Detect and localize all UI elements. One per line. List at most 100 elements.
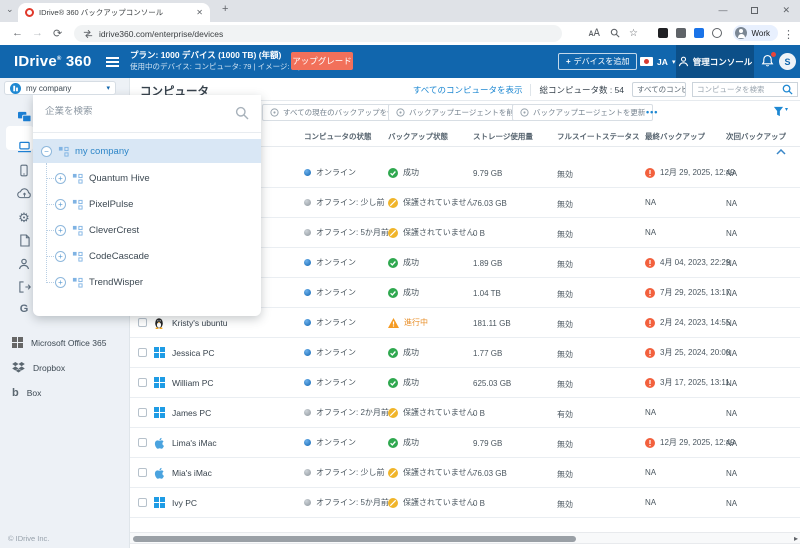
org-tree-item[interactable]: +Quantum Hive <box>33 165 261 191</box>
row-checkbox[interactable] <box>138 468 147 477</box>
row-checkbox[interactable] <box>138 438 147 447</box>
org-search-input[interactable] <box>45 106 215 117</box>
reload-icon[interactable]: ⟳ <box>53 27 62 40</box>
storage-usage: 9.79 GB <box>473 439 502 448</box>
sidebar-item-google[interactable]: G <box>13 298 35 320</box>
row-checkbox[interactable] <box>138 348 147 357</box>
tab-close-icon[interactable]: ✕ <box>196 8 203 17</box>
expand-plus-icon[interactable]: + <box>55 199 66 210</box>
show-all-computers-link[interactable]: すべてのコンピュータを表示 <box>413 84 523 96</box>
forward-icon[interactable]: → <box>32 27 43 39</box>
sidebar-item-dropbox[interactable]: Dropbox <box>0 355 129 380</box>
sidebar-item-reports[interactable] <box>13 229 35 251</box>
in-progress-warning-icon <box>388 318 399 328</box>
device-row[interactable]: Jessica PCオンライン成功1.77 GB無効3月 25, 2024, 2… <box>130 338 800 368</box>
org-tree-item[interactable]: +CodeCascade <box>33 243 261 269</box>
profile-name: Work <box>751 29 770 38</box>
search-glass-icon[interactable] <box>610 28 620 38</box>
upgrade-button[interactable]: アップグレード <box>291 52 353 70</box>
expand-plus-icon[interactable]: + <box>55 251 66 262</box>
row-checkbox[interactable] <box>138 318 147 327</box>
extension-icon-1[interactable] <box>658 28 668 38</box>
collapse-chevron-icon[interactable] <box>776 149 786 155</box>
status-dot-icon <box>304 499 311 506</box>
browser-profile-chip[interactable]: Work <box>733 25 778 41</box>
user-avatar[interactable]: S <box>779 53 796 70</box>
computer-name[interactable]: William PC <box>172 378 214 388</box>
extension-icon-3[interactable] <box>694 28 704 38</box>
idrive-logo[interactable]: IDrive® 360 <box>14 53 92 70</box>
horizontal-scrollbar[interactable]: ▸ <box>130 532 800 544</box>
expand-plus-icon[interactable]: + <box>55 173 66 184</box>
computer-name[interactable]: Ivy PC <box>172 498 197 508</box>
sidebar-item-computers[interactable] <box>13 136 35 158</box>
computer-filter-select[interactable]: すべてのコンピュ...▾ <box>632 82 686 97</box>
computer-name[interactable]: Mia's iMac <box>172 468 212 478</box>
expand-plus-icon[interactable]: + <box>55 277 66 288</box>
scrollbar-thumb[interactable] <box>133 536 576 542</box>
row-checkbox[interactable] <box>138 498 147 507</box>
back-icon[interactable]: ← <box>12 27 23 39</box>
remove-agent-button[interactable]: バックアップエージェントを削除 <box>388 104 529 121</box>
admin-console-button[interactable]: 管理コンソール <box>676 45 754 78</box>
org-selector[interactable]: my company ▾ <box>4 81 116 95</box>
sidebar-item-microsoft-office-365[interactable]: Microsoft Office 365 <box>0 330 129 355</box>
add-device-button[interactable]: +デバイスを追加 <box>558 53 637 70</box>
org-tree-root[interactable]: − my company <box>33 139 261 163</box>
computer-name[interactable]: Jessica PC <box>172 348 215 358</box>
extension-icon-2[interactable] <box>676 28 686 38</box>
new-tab-button[interactable]: + <box>222 3 228 15</box>
device-row[interactable]: James PCオフライン: 2か月前保護されていません0 B有効NANA <box>130 398 800 428</box>
collapse-minus-icon[interactable]: − <box>41 146 52 157</box>
next-backup: NA <box>726 379 737 388</box>
hamburger-menu-icon[interactable] <box>106 57 119 69</box>
device-row[interactable]: William PCオンライン成功625.03 GB無効3月 17, 2025,… <box>130 368 800 398</box>
device-row[interactable]: Ivy PCオフライン: 5か月前保護されていません0 B無効NANA <box>130 488 800 518</box>
sidebar-item-devices[interactable] <box>13 106 35 128</box>
site-info-icon[interactable] <box>83 29 93 39</box>
not-protected-icon <box>388 228 398 238</box>
window-minimize-button[interactable]: — <box>718 5 727 15</box>
row-checkbox[interactable] <box>138 408 147 417</box>
search-icon[interactable] <box>782 84 793 95</box>
backup-status: 保護されていません <box>388 398 475 427</box>
computer-name[interactable]: Kristy's ubuntu <box>172 318 227 328</box>
extensions-puzzle-icon[interactable] <box>712 28 722 38</box>
device-row[interactable]: Lima's iMacオンライン成功9.79 GB無効12月 29, 2025,… <box>130 428 800 458</box>
scroll-right-arrow-icon[interactable]: ▸ <box>794 534 798 543</box>
computer-search-input[interactable] <box>697 85 779 94</box>
computer-name[interactable]: James PC <box>172 408 211 418</box>
window-maximize-button[interactable] <box>751 7 758 14</box>
browser-menu-icon[interactable]: ⋮ <box>783 28 794 41</box>
status-dot-icon <box>304 409 311 416</box>
chevron-down-icon: ▾ <box>785 106 788 113</box>
device-row[interactable]: Mia's iMacオフライン: 少し前保護されていません76.03 GB無効N… <box>130 458 800 488</box>
org-tree-item[interactable]: +PixelPulse <box>33 191 261 217</box>
translate-icon[interactable]: 🗚 <box>589 28 600 39</box>
filter-button[interactable]: ▾ <box>773 106 788 117</box>
window-close-button[interactable]: ✕ <box>782 5 790 16</box>
language-selector[interactable]: JA <box>657 57 668 67</box>
sidebar-item-box[interactable]: bBox <box>0 380 129 405</box>
sidebar-item-mobile[interactable] <box>13 159 35 181</box>
notifications-bell-icon[interactable] <box>761 54 774 68</box>
tab-search-icon[interactable]: ⌄ <box>6 4 14 15</box>
sidebar-item-users[interactable] <box>13 253 35 275</box>
apple-os-icon <box>154 437 165 449</box>
more-actions-button[interactable]: ••• <box>646 107 658 117</box>
computer-name[interactable]: Lima's iMac <box>172 438 217 448</box>
sidebar-item-settings[interactable]: ⚙ <box>13 206 35 228</box>
sidebar-item-cloud-backup[interactable] <box>13 182 35 204</box>
success-check-icon <box>388 288 398 298</box>
url-bar[interactable]: idrive360.com/enterprise/devices <box>74 25 562 42</box>
bookmark-star-icon[interactable]: ☆ <box>629 28 638 39</box>
expand-plus-icon[interactable]: + <box>55 225 66 236</box>
org-tree-item[interactable]: +CleverCrest <box>33 217 261 243</box>
row-checkbox[interactable] <box>138 378 147 387</box>
sidebar-item-logout[interactable] <box>13 276 35 298</box>
last-backup: 2月 24, 2023, 14:55 <box>645 308 730 337</box>
chevron-down-icon: ▾ <box>106 84 110 92</box>
org-tree-item[interactable]: +TrendWisper <box>33 269 261 295</box>
browser-tab[interactable]: IDrive® 360 バックアップコンソール ✕ <box>18 3 210 22</box>
update-agent-button[interactable]: バックアップエージェントを更新 <box>512 104 653 121</box>
